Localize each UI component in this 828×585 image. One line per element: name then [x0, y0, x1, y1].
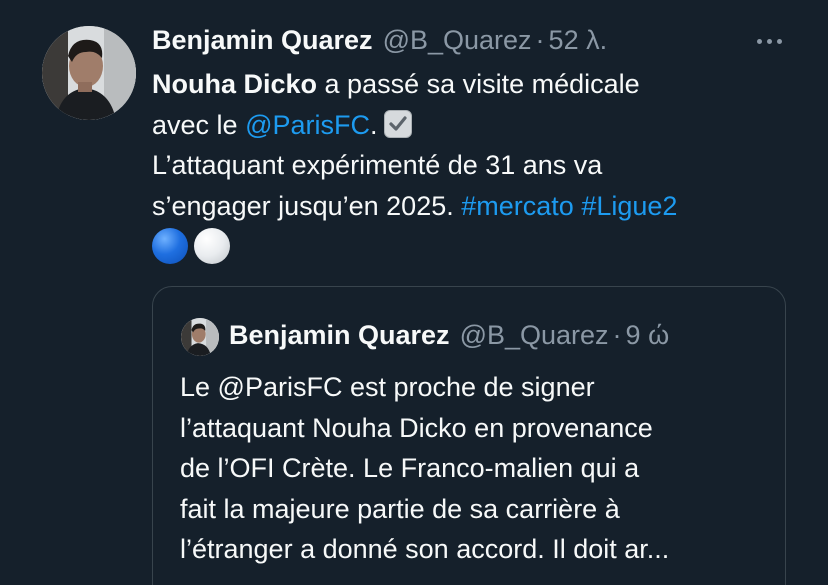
quoted-text-line: l’étranger a donné son accord. Il doit a…	[180, 534, 670, 564]
tweet-text-line-3: L’attaquant expérimenté de 31 ans va	[152, 150, 603, 180]
text-segment: s’engager jusqu’en 2025.	[152, 190, 462, 221]
tweet-text-line-1: Nouha Dicko a passé sa visite médicale	[152, 64, 812, 105]
quoted-display-name: Benjamin Quarez	[229, 319, 450, 350]
quoted-text-line: Le @ParisFC est proche de signer	[180, 372, 595, 402]
tweet-text-line-5	[152, 226, 812, 267]
check-box-with-check-emoji	[383, 109, 412, 138]
tweet[interactable]: Benjamin Quarez @B_Quarez · 52 λ. Nouha …	[0, 0, 828, 585]
text-segment: a passé sa visite médicale	[317, 69, 640, 99]
hashtag-mercato[interactable]: #mercato	[461, 191, 574, 221]
quoted-tweet-header: Benjamin Quarez @B_Quarez · 9 ώ	[229, 317, 669, 353]
mention-link-parisfc[interactable]: @ParisFC	[245, 110, 370, 140]
blue-circle-emoji	[152, 228, 188, 264]
quoted-user-handle: @B_Quarez	[459, 319, 609, 350]
display-name[interactable]: Benjamin Quarez	[152, 25, 373, 56]
more-options-button[interactable]	[752, 24, 786, 56]
quoted-tweet-text: Le @ParisFC est proche de signer l’attaq…	[180, 367, 780, 570]
tweet-text: Nouha Dicko a passé sa visite médicale a…	[152, 64, 812, 267]
tweet-text-line-2: avec le @ParisFC.	[152, 105, 812, 146]
profile-photo	[42, 26, 136, 120]
tweet-header: Benjamin Quarez @B_Quarez · 52 λ.	[152, 22, 607, 58]
quoted-timestamp: 9 ώ	[625, 319, 670, 350]
tweet-text-line-4: s’engager jusqu’en 2025. #mercato #Ligue…	[152, 186, 812, 227]
separator-dot: ·	[612, 319, 622, 350]
text-segment: avec le	[152, 109, 246, 140]
avatar[interactable]	[42, 26, 136, 120]
quoted-tweet-card[interactable]: Benjamin Quarez @B_Quarez · 9 ώ Le @Pari…	[152, 286, 786, 585]
quoted-text-line: l’attaquant Nouha Dicko en provenance	[180, 412, 653, 443]
bold-name: Nouha Dicko	[152, 69, 318, 99]
hashtag-ligue2[interactable]: #Ligue2	[581, 191, 677, 221]
quoted-profile-photo	[181, 318, 219, 356]
text-segment: .	[369, 109, 378, 140]
quoted-text-line: fait la majeure partie de sa carrière à	[180, 493, 620, 524]
user-handle[interactable]: @B_Quarez	[383, 25, 532, 56]
quoted-text-line: de l’OFI Crète. Le Franco-malien qui a	[180, 453, 640, 483]
quoted-avatar	[181, 318, 219, 356]
white-circle-emoji	[194, 228, 230, 264]
timestamp[interactable]: 52 λ.	[549, 25, 608, 56]
separator-dot: ·	[535, 24, 545, 55]
more-horizontal-icon	[754, 31, 784, 49]
